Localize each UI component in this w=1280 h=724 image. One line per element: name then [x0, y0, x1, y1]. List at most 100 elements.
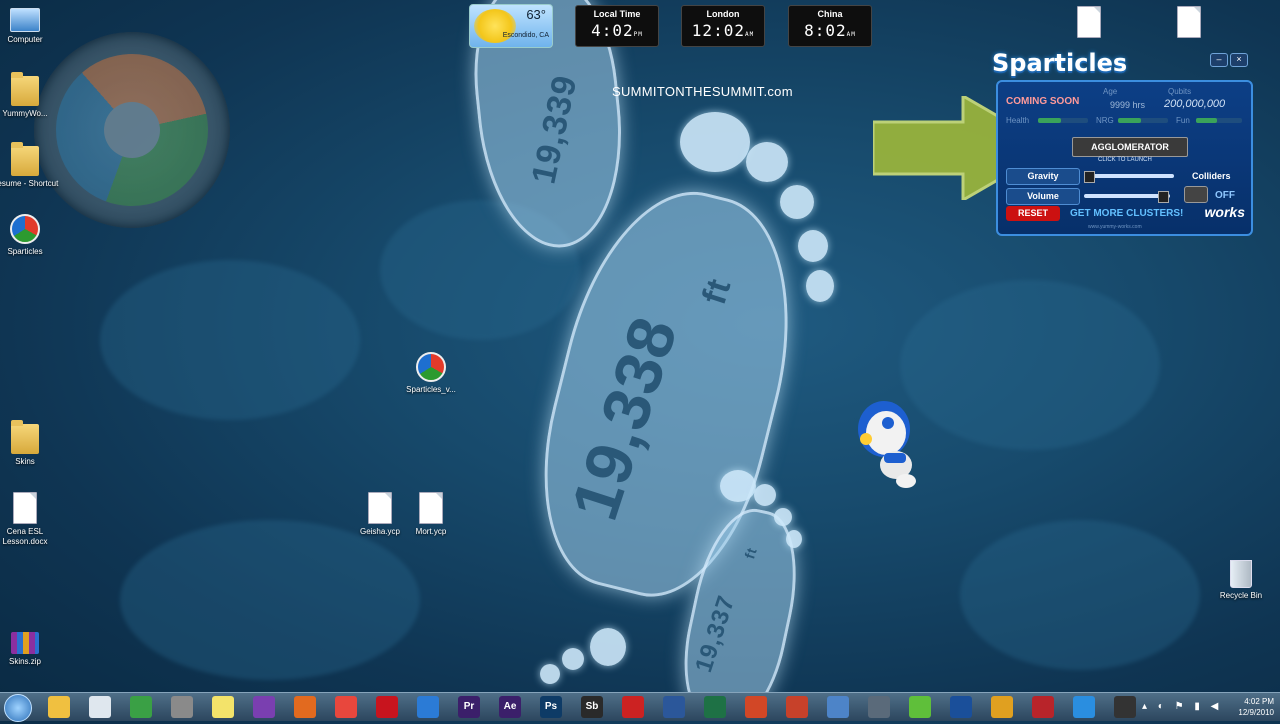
colliders-toggle[interactable]	[1184, 186, 1208, 203]
taskbar-app-sb[interactable]: Sb	[581, 696, 603, 718]
desktop-icon-label: Skins	[15, 457, 35, 466]
taskbar-app-opera[interactable]	[376, 696, 398, 718]
toe	[540, 664, 560, 684]
desktop-icon-sparticles-installer[interactable]: Sparticles_v...	[396, 352, 466, 395]
desktop-icon-label: Sparticles_v...	[406, 385, 456, 394]
computer-icon	[10, 8, 40, 32]
weather-location: Escondido, CA	[502, 32, 549, 39]
toe	[746, 142, 788, 182]
taskbar-date: 12/9/2010	[1238, 708, 1274, 717]
taskbar-app-ae[interactable]: Ae	[499, 696, 521, 718]
toe	[720, 470, 756, 502]
health-label: Health	[1006, 116, 1030, 125]
folder-icon	[11, 420, 39, 454]
clock-time: 12:02	[691, 21, 745, 40]
weather-gadget[interactable]: 63° Escondido, CA	[469, 4, 553, 48]
toe	[774, 508, 792, 526]
taskbar-app-filezilla[interactable]	[1032, 696, 1054, 718]
desktop-icon-mort[interactable]: Mort.ycp	[396, 492, 466, 537]
taskbar-app-explorer[interactable]	[48, 696, 70, 718]
taskbar-app-icon: Sb	[585, 701, 599, 712]
taskbar-app-type[interactable]	[909, 696, 931, 718]
desktop-icon-label: Cena ESL Lesson.docx	[2, 527, 48, 546]
get-more-clusters-link[interactable]: GET MORE CLUSTERS!	[1070, 208, 1183, 219]
nrg-bar-fill	[1118, 118, 1141, 123]
desktop-icon-document[interactable]	[1054, 6, 1124, 41]
clock-ampm: PM	[633, 31, 643, 38]
taskbar-app-firefox[interactable]	[294, 696, 316, 718]
decorative-badge	[34, 32, 230, 228]
start-button[interactable]	[4, 694, 32, 722]
sparticles-mascot	[858, 401, 916, 488]
taskbar-app-excel[interactable]	[704, 696, 726, 718]
desktop-icon-computer[interactable]: Computer	[0, 8, 60, 45]
desktop-icon-yummyworks[interactable]: YummyWo...	[0, 72, 60, 119]
clock-london[interactable]: London 12:02AM	[681, 5, 765, 47]
clock-label: China	[817, 9, 843, 19]
desktop-icon-skins-zip[interactable]: Skins.zip	[0, 632, 60, 667]
gravity-label: Gravity	[1006, 168, 1080, 185]
taskbar-app-video[interactable]	[622, 696, 644, 718]
sparticles-panel: COMING SOON Age Qubits 9999 hrs 200,000,…	[996, 80, 1253, 236]
taskbar-app-files[interactable]	[868, 696, 890, 718]
qubits-label: Qubits	[1168, 87, 1192, 96]
desktop-icon-sparticles[interactable]: Sparticles	[0, 214, 60, 257]
gravity-slider-handle[interactable]	[1084, 171, 1095, 183]
volume-slider-handle[interactable]	[1158, 191, 1169, 203]
clock-time: 4:02	[591, 21, 634, 40]
desktop-icon-cena-esl-lesson[interactable]: Cena ESL Lesson.docx	[0, 492, 60, 547]
nrg-label: NRG	[1096, 116, 1114, 125]
recycle-bin-icon	[1230, 560, 1252, 588]
system-tray-icons[interactable]: ▴ ◐ ⚑ ▮ ◀	[1142, 701, 1222, 712]
taskbar-app-globe[interactable]	[253, 696, 275, 718]
taskbar-app-mail[interactable]	[950, 696, 972, 718]
reset-button[interactable]: RESET	[1006, 206, 1060, 221]
clock-time: 8:02	[804, 21, 847, 40]
taskbar-app-icon: Ps	[544, 701, 558, 712]
winrar-archive-icon	[11, 632, 39, 654]
taskbar-app-pen[interactable]	[827, 696, 849, 718]
taskbar-app-docs[interactable]	[89, 696, 111, 718]
desktop-icon-label: Skins.zip	[8, 657, 41, 666]
taskbar-app-folder[interactable]	[991, 696, 1013, 718]
taskbar-app-ps[interactable]: Ps	[540, 696, 562, 718]
toe	[806, 270, 834, 302]
gravity-slider[interactable]	[1084, 174, 1174, 178]
file-icon	[368, 492, 392, 524]
desktop-icon-skins[interactable]: Skins	[0, 420, 60, 467]
desktop-icon-file[interactable]	[1154, 6, 1224, 41]
taskbar-app-chrome[interactable]	[335, 696, 357, 718]
toe	[754, 484, 776, 506]
desktop-icon-resume-shortcut[interactable]: Resume - Shortcut	[0, 142, 60, 189]
taskbar-app-tools[interactable]	[171, 696, 193, 718]
site-url: www.yummy-works.com	[1088, 224, 1142, 230]
health-bar-fill	[1038, 118, 1061, 123]
taskbar-app-chrome[interactable]	[130, 696, 152, 718]
taskbar-app-game[interactable]	[786, 696, 808, 718]
toe	[562, 648, 584, 670]
desktop-icon-label: Computer	[7, 35, 43, 44]
taskbar-app-notes[interactable]	[212, 696, 234, 718]
minimize-button[interactable]: –	[1210, 53, 1228, 67]
desktop-icon-label: Geisha.ycp	[359, 527, 401, 536]
clock-china[interactable]: China 8:02AM	[788, 5, 872, 47]
desktop-icon-label: Sparticles	[7, 247, 43, 256]
taskbar-clock[interactable]: 4:02 PM 12/9/2010	[1238, 693, 1274, 724]
close-button[interactable]: ×	[1230, 53, 1248, 67]
taskbar-app-ie[interactable]	[417, 696, 439, 718]
wallpaper-site-text: SUMMITONTHESUMMIT.com	[612, 84, 793, 99]
agglomerator-button[interactable]: AGGLOMERATOR	[1072, 137, 1188, 157]
clock-label: Local Time	[593, 9, 641, 19]
taskbar-app-pr[interactable]: Pr	[458, 696, 480, 718]
taskbar-app-powerpoint[interactable]	[745, 696, 767, 718]
taskbar-app-sync[interactable]	[1073, 696, 1095, 718]
taskbar-app-cam[interactable]	[1114, 696, 1136, 718]
works-logo: works	[1204, 204, 1245, 220]
age-label: Age	[1103, 87, 1118, 96]
qubits-value: 200,000,000	[1164, 98, 1226, 110]
sparticles-gadget[interactable]: Sparticles – × COMING SOON Age Qubits 99…	[992, 45, 1257, 236]
taskbar-app-word[interactable]	[663, 696, 685, 718]
clock-local[interactable]: Local Time 4:02PM	[575, 5, 659, 47]
desktop-icon-recycle-bin[interactable]: Recycle Bin	[1206, 560, 1276, 601]
clock-ampm: AM	[846, 31, 856, 38]
